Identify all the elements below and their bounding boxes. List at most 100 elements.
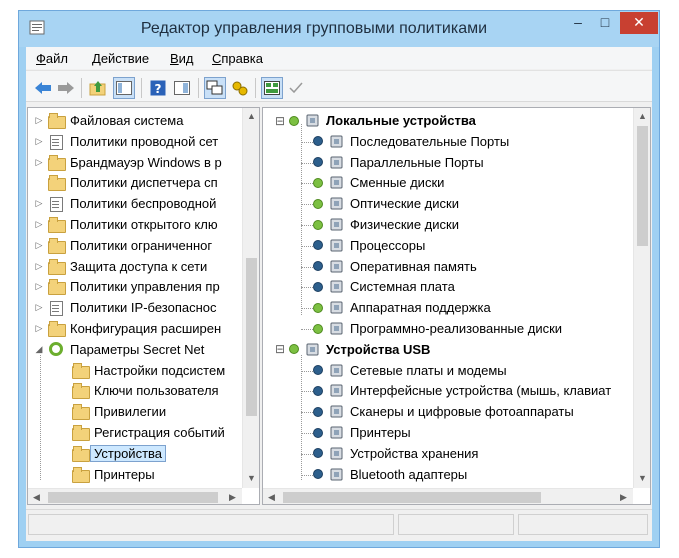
expander-icon[interactable]: ▷ — [34, 219, 44, 230]
device-row[interactable]: Сетевые платы и модемы — [313, 360, 507, 381]
scroll-up-arrow-icon[interactable]: ▲ — [634, 108, 650, 125]
scroll-up-arrow-icon[interactable]: ▲ — [243, 108, 259, 125]
right-horizontal-scrollbar[interactable]: ◀ ▶ — [263, 488, 633, 504]
tree-item[interactable]: Устройства — [58, 443, 167, 464]
tree-item-label: Регистрация событий — [94, 425, 225, 440]
tree-item[interactable]: ▷ Политики ограниченног — [34, 235, 212, 256]
device-label: Процессоры — [350, 237, 426, 253]
console-tree-pane[interactable]: ▷ Файловая система ▷ Политики проводной сет… — [27, 107, 260, 505]
device-row[interactable]: Bluetooth адаптеры — [313, 464, 467, 485]
scroll-down-arrow-icon[interactable]: ▼ — [634, 470, 650, 487]
left-vertical-scrollbar[interactable]: ▲ ▼ — [242, 108, 259, 488]
tree-item[interactable]: Ключи пользователя — [58, 380, 219, 401]
expander-icon[interactable]: ▷ — [34, 240, 44, 251]
menu-action[interactable]: Действие — [92, 51, 149, 66]
device-row[interactable]: Сменные диски — [313, 172, 444, 193]
tree-item[interactable]: Принтеры — [58, 464, 155, 485]
tree-item[interactable]: ▷ Политики IP-безопаснос — [34, 297, 217, 318]
expander-icon[interactable]: ▷ — [34, 323, 44, 334]
tree-connector — [301, 370, 313, 372]
show-hide-tree-icon[interactable] — [113, 77, 135, 99]
enabled-status-icon — [313, 219, 323, 230]
right-hscroll-thumb[interactable] — [283, 492, 541, 503]
tree-item[interactable]: ▷ Файловая система — [34, 110, 183, 131]
close-button[interactable]: ✕ — [620, 12, 658, 34]
checkmark-icon[interactable] — [285, 77, 307, 99]
menu-help[interactable]: Справка — [212, 51, 263, 66]
left-scroll-thumb[interactable] — [246, 258, 257, 416]
device-row[interactable]: Сканеры и цифровые фотоаппараты — [313, 401, 574, 422]
collapse-icon[interactable]: ⊟ — [275, 114, 285, 128]
tree-item[interactable]: Регистрация событий — [58, 422, 225, 443]
device-row[interactable]: Аппаратная поддержка — [313, 297, 491, 318]
device-row[interactable]: Последовательные Порты — [313, 131, 509, 152]
view-pane-icon[interactable] — [261, 77, 283, 99]
device-row[interactable]: Интерфейсные устройства (мышь, клавиат — [313, 380, 611, 401]
optical-disk-icon — [328, 196, 345, 211]
device-row[interactable]: Программно-реализованные диски — [313, 318, 562, 339]
expander-icon[interactable]: ▷ — [34, 198, 44, 209]
forward-arrow-icon[interactable] — [55, 77, 77, 99]
device-label: Оперативная память — [350, 258, 477, 274]
device-row[interactable]: Системная плата — [313, 276, 455, 297]
device-row[interactable]: Устройства хранения — [313, 443, 478, 464]
tree-connector — [301, 412, 313, 414]
tree-item[interactable]: Настройки подсистем — [58, 360, 225, 381]
tree-item[interactable]: Политики диспетчера сп — [34, 172, 218, 193]
right-scroll-thumb[interactable] — [637, 126, 648, 246]
tree-connector — [301, 329, 313, 330]
tree-item[interactable]: ◢ Параметры Secret Net — [34, 339, 204, 360]
expander-icon[interactable]: ▷ — [34, 261, 44, 272]
expander-icon[interactable]: ▷ — [34, 302, 44, 313]
scroll-down-arrow-icon[interactable]: ▼ — [243, 470, 259, 487]
scroll-left-arrow-icon[interactable]: ◀ — [263, 489, 280, 504]
back-arrow-icon[interactable] — [32, 77, 54, 99]
up-folder-icon[interactable] — [87, 77, 109, 99]
expander-icon[interactable]: ▷ — [34, 136, 44, 147]
device-group-row[interactable]: ⊟ Локальные устройства — [275, 110, 476, 131]
expander-icon[interactable]: ▷ — [34, 281, 44, 292]
scroll-right-arrow-icon[interactable]: ▶ — [615, 489, 632, 504]
left-hscroll-thumb[interactable] — [48, 492, 218, 503]
left-horizontal-scrollbar[interactable]: ◀ ▶ — [28, 488, 242, 504]
collapse-icon[interactable]: ⊟ — [275, 342, 285, 356]
device-row[interactable]: Оптические диски — [313, 193, 459, 214]
device-row[interactable]: Процессоры — [313, 235, 425, 256]
device-group-row[interactable]: ⊟ Устройства USB — [275, 339, 430, 360]
device-row[interactable]: Принтеры — [313, 422, 411, 443]
minimize-button[interactable]: – — [564, 12, 592, 34]
svg-text:?: ? — [155, 82, 162, 96]
new-window-icon[interactable] — [204, 77, 226, 99]
properties-icon[interactable] — [171, 77, 193, 99]
tree-item[interactable]: ▷ Политики открытого клю — [34, 214, 218, 235]
help-icon[interactable]: ? — [147, 77, 169, 99]
menu-view[interactable]: Вид — [170, 51, 194, 66]
policy-settings-icon[interactable] — [229, 77, 251, 99]
expander-icon[interactable]: ▷ — [34, 157, 44, 168]
details-tree-pane[interactable]: ⊟ Локальные устройства Последовательные По… — [262, 107, 651, 505]
tree-item[interactable]: ▷ Политики беспроводной — [34, 193, 216, 214]
folder-icon — [72, 466, 90, 483]
client-area: Файл Действие Вид Справка ? ▷ Файловая си… — [26, 47, 652, 541]
status-segment-1 — [28, 514, 394, 535]
tree-item[interactable]: ▷ Политики проводной сет — [34, 131, 218, 152]
device-label: Локальные устройства — [326, 113, 476, 128]
maximize-button[interactable]: □ — [592, 12, 618, 34]
expander-icon[interactable]: ▷ — [34, 115, 44, 126]
menu-file[interactable]: Файл — [36, 51, 68, 66]
toolbar: ? — [26, 70, 652, 102]
scroll-right-arrow-icon[interactable]: ▶ — [224, 489, 241, 504]
tree-item[interactable]: ▷ Конфигурация расширен — [34, 318, 221, 339]
title-bar[interactable]: Редактор управления групповыми политикам… — [19, 11, 659, 47]
tree-item[interactable]: ▷ Брандмауэр Windows в р — [34, 152, 222, 173]
device-row[interactable]: Физические диски — [313, 214, 459, 235]
tree-item[interactable]: Привилегии — [58, 401, 166, 422]
tree-item[interactable]: ▷ Политики управления пр — [34, 276, 220, 297]
right-vertical-scrollbar[interactable]: ▲ ▼ — [633, 108, 650, 488]
expander-icon[interactable]: ◢ — [34, 344, 44, 355]
device-row[interactable]: Оперативная память — [313, 256, 477, 277]
folder-icon — [72, 362, 90, 379]
scroll-left-arrow-icon[interactable]: ◀ — [28, 489, 45, 504]
tree-item[interactable]: ▷ Защита доступа к сети — [34, 256, 207, 277]
device-row[interactable]: Параллельные Порты — [313, 152, 484, 173]
